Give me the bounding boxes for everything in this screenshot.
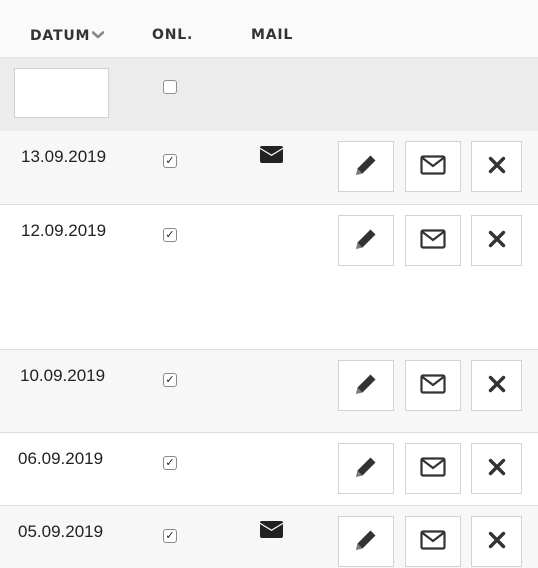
envelope-icon xyxy=(420,228,446,253)
pencil-icon xyxy=(353,454,379,484)
row-date: 10.09.2019 xyxy=(20,366,106,385)
edit-button[interactable] xyxy=(338,516,394,567)
online-checkbox[interactable]: ✓ xyxy=(163,529,177,543)
table-row: 06.09.2019 ✓ xyxy=(0,433,538,506)
close-icon xyxy=(488,156,506,178)
send-mail-button[interactable] xyxy=(405,360,461,411)
pencil-icon xyxy=(353,527,379,557)
table-row: 12.09.2019 ✓ xyxy=(0,205,538,350)
close-icon xyxy=(488,375,506,397)
edit-button[interactable] xyxy=(338,141,394,192)
send-mail-button[interactable] xyxy=(405,443,461,494)
delete-button[interactable] xyxy=(471,215,522,266)
date-filter-input[interactable] xyxy=(14,68,109,118)
mail-sent-icon xyxy=(260,521,283,542)
online-filter-checkbox[interactable] xyxy=(163,80,177,94)
row-date: 12.09.2019 xyxy=(21,221,107,240)
delete-button[interactable] xyxy=(471,443,522,494)
send-mail-button[interactable] xyxy=(405,516,461,567)
envelope-icon xyxy=(420,154,446,179)
edit-button[interactable] xyxy=(338,360,394,411)
delete-button[interactable] xyxy=(471,360,522,411)
row-date: 06.09.2019 xyxy=(18,449,104,468)
delete-button[interactable] xyxy=(471,141,522,192)
online-checkbox[interactable]: ✓ xyxy=(163,456,177,470)
close-icon xyxy=(488,230,506,252)
envelope-icon xyxy=(420,456,446,481)
close-icon xyxy=(488,531,506,553)
column-header-onl: ONL. xyxy=(152,27,194,43)
chevron-down-icon[interactable] xyxy=(91,27,105,43)
envelope-icon xyxy=(420,373,446,398)
mail-sent-icon xyxy=(260,146,283,167)
edit-button[interactable] xyxy=(338,215,394,266)
column-header-datum-label: DATUM xyxy=(30,28,91,44)
pencil-icon xyxy=(353,226,379,256)
filter-row xyxy=(0,58,538,132)
table-header: DATUM ONL. MAIL xyxy=(0,0,538,58)
row-date: 05.09.2019 xyxy=(18,522,104,541)
envelope-icon xyxy=(420,529,446,554)
delete-button[interactable] xyxy=(471,516,522,567)
row-date: 13.09.2019 xyxy=(21,147,107,166)
online-checkbox[interactable]: ✓ xyxy=(163,154,177,168)
pencil-icon xyxy=(353,152,379,182)
column-header-datum[interactable]: DATUM xyxy=(30,27,105,44)
table-row: 10.09.2019 ✓ xyxy=(0,350,538,433)
pencil-icon xyxy=(353,371,379,401)
table-row: 13.09.2019 ✓ xyxy=(0,131,538,205)
column-header-mail: MAIL xyxy=(251,27,294,43)
table-row: 05.09.2019 ✓ xyxy=(0,506,538,568)
online-checkbox[interactable]: ✓ xyxy=(163,228,177,242)
send-mail-button[interactable] xyxy=(405,215,461,266)
send-mail-button[interactable] xyxy=(405,141,461,192)
edit-button[interactable] xyxy=(338,443,394,494)
online-checkbox[interactable]: ✓ xyxy=(163,373,177,387)
close-icon xyxy=(488,458,506,480)
